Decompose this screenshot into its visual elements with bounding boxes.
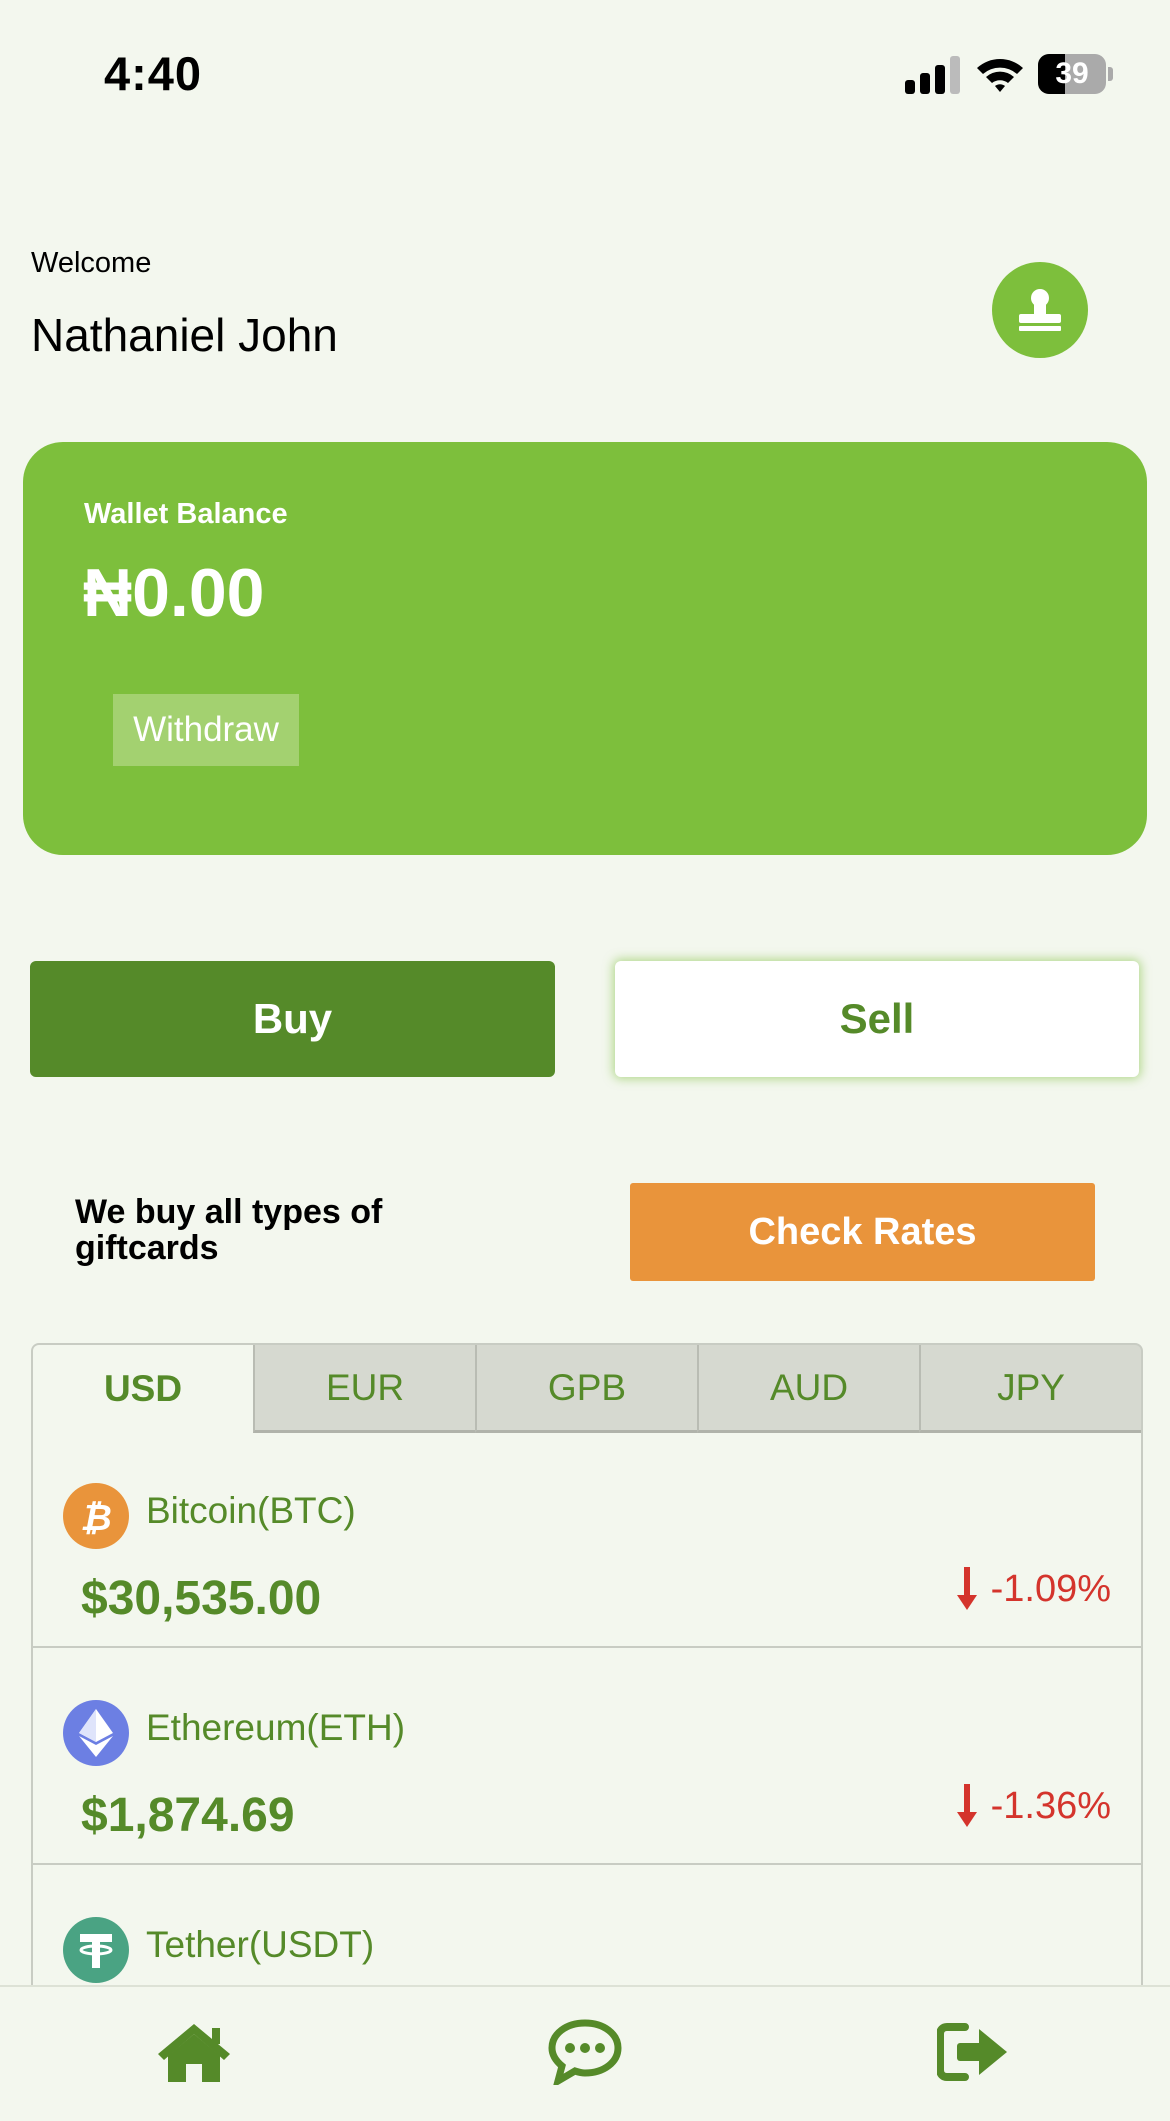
tab-gpb[interactable]: GPB <box>475 1345 697 1433</box>
withdraw-button[interactable]: Withdraw <box>113 694 299 766</box>
buy-button[interactable]: Buy <box>30 961 555 1077</box>
coin-price: $30,535.00 <box>81 1572 322 1625</box>
wallet-balance-amount: ₦0.00 <box>83 555 265 631</box>
arrow-down-icon <box>956 1784 977 1827</box>
bitcoin-icon: ₿ <box>63 1483 129 1549</box>
wallet-card: Wallet Balance ₦0.00 Withdraw <box>23 442 1147 855</box>
wifi-icon <box>977 59 1023 92</box>
coin-change: -1.36% <box>956 1784 1111 1828</box>
wallet-balance-label: Wallet Balance <box>84 498 288 530</box>
list-item[interactable]: Ethereum(ETH) $1,874.69 -1.36% <box>33 1648 1141 1865</box>
list-item[interactable]: ₿ Bitcoin(BTC) $30,535.00 -1.09% <box>33 1431 1141 1648</box>
svg-text:₿: ₿ <box>80 1498 112 1538</box>
sell-button[interactable]: Sell <box>615 961 1139 1077</box>
status-time: 4:40 <box>104 47 203 100</box>
ethereum-icon <box>63 1700 129 1766</box>
bottom-nav <box>0 1985 1170 2121</box>
coin-change: -1.09% <box>956 1567 1111 1611</box>
cellular-signal-icon <box>905 56 960 94</box>
list-item[interactable]: Tether(USDT) <box>33 1865 1141 1985</box>
coin-change-value: -1.09% <box>990 1567 1111 1610</box>
coin-name: Tether(USDT) <box>146 1924 375 1965</box>
coin-name: Bitcoin(BTC) <box>146 1490 356 1531</box>
profile-button[interactable] <box>992 262 1088 358</box>
coin-price: $1,874.69 <box>81 1789 295 1842</box>
tab-usd[interactable]: USD <box>33 1345 253 1433</box>
logout-icon <box>937 2023 1007 2081</box>
check-rates-button[interactable]: Check Rates <box>630 1183 1095 1281</box>
tab-jpy[interactable]: JPY <box>919 1345 1141 1433</box>
tether-icon <box>63 1917 129 1983</box>
coin-change-value: -1.36% <box>990 1784 1111 1827</box>
coin-name: Ethereum(ETH) <box>146 1707 406 1748</box>
nav-home[interactable] <box>154 2017 234 2087</box>
nav-logout[interactable] <box>933 2017 1013 2087</box>
currency-tabs: USD EUR GPB AUD JPY <box>31 1343 1143 1433</box>
battery-percent: 39 <box>1055 57 1089 90</box>
status-bar: 4:40 39 <box>0 0 1170 150</box>
user-name: Nathaniel John <box>31 309 338 361</box>
promo-text: We buy all types of giftcards <box>75 1193 383 1267</box>
home-icon <box>158 2024 230 2082</box>
tab-eur[interactable]: EUR <box>253 1345 475 1433</box>
nav-chat[interactable] <box>545 2017 625 2087</box>
coin-list: ₿ Bitcoin(BTC) $30,535.00 -1.09% Ethereu… <box>31 1431 1143 1985</box>
chat-icon <box>548 2019 622 2085</box>
battery-indicator: 39 <box>1038 54 1113 94</box>
stamp-icon <box>1019 289 1061 331</box>
arrow-down-icon <box>956 1567 977 1610</box>
welcome-text: Welcome <box>31 247 152 279</box>
tab-aud[interactable]: AUD <box>697 1345 919 1433</box>
